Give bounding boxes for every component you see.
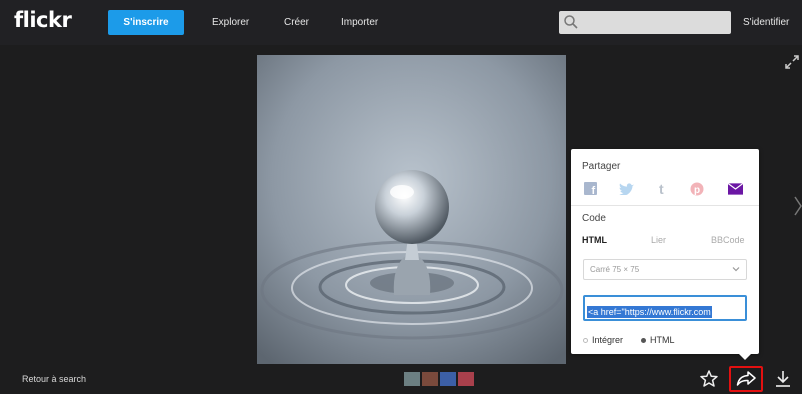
svg-text:f: f bbox=[592, 185, 596, 195]
share-button[interactable] bbox=[729, 366, 763, 392]
water-drop-image bbox=[257, 55, 566, 364]
next-photo-arrow-icon[interactable] bbox=[794, 195, 802, 217]
search-input[interactable] bbox=[559, 11, 731, 34]
facebook-icon[interactable]: f bbox=[583, 181, 598, 196]
thumbnail[interactable] bbox=[458, 372, 474, 386]
nav-link-importer[interactable]: Importer bbox=[341, 17, 378, 28]
main-photo[interactable] bbox=[257, 55, 566, 364]
size-select-value: Carré 75 × 75 bbox=[590, 265, 640, 274]
svg-text:p: p bbox=[694, 185, 700, 196]
size-select[interactable]: Carré 75 × 75 bbox=[583, 259, 747, 280]
tab-html[interactable]: HTML bbox=[582, 235, 607, 245]
share-panel: Partager f t p Code HTML Lier BBCode Car… bbox=[571, 149, 759, 360]
signup-button[interactable]: S'inscrire bbox=[108, 10, 184, 35]
nav-link-creer[interactable]: Créer bbox=[284, 17, 309, 28]
code-heading: Code bbox=[582, 213, 606, 224]
chevron-down-icon bbox=[732, 267, 740, 272]
embed-code-field[interactable]: <a href="https://www.flickr.com bbox=[583, 295, 747, 321]
tab-bbcode[interactable]: BBCode bbox=[711, 235, 745, 245]
pinterest-icon[interactable]: p bbox=[689, 181, 704, 196]
radio-html[interactable]: HTML bbox=[641, 335, 675, 345]
radio-html-label: HTML bbox=[650, 335, 675, 345]
panel-pointer bbox=[739, 354, 751, 360]
embed-code-text: <a href="https://www.flickr.com bbox=[587, 306, 712, 318]
radio-integrer-label: Intégrer bbox=[592, 335, 624, 345]
thumbnail[interactable] bbox=[422, 372, 438, 386]
tumblr-icon[interactable]: t bbox=[655, 181, 670, 196]
radio-integrer[interactable]: Intégrer bbox=[583, 335, 623, 345]
nav-link-explorer[interactable]: Explorer bbox=[212, 17, 249, 28]
flickr-logo[interactable]: flickr bbox=[14, 8, 72, 32]
panel-divider bbox=[571, 205, 759, 206]
tab-lier[interactable]: Lier bbox=[651, 235, 666, 245]
search-icon bbox=[564, 15, 578, 29]
photo-thumbnail-strip bbox=[404, 372, 474, 386]
share-heading: Partager bbox=[582, 161, 621, 172]
favorite-star-icon[interactable] bbox=[699, 369, 719, 389]
share-arrow-icon bbox=[736, 371, 756, 386]
radio-unselected-icon bbox=[583, 337, 588, 343]
expand-fullscreen-icon[interactable] bbox=[784, 54, 800, 70]
thumbnail[interactable] bbox=[440, 372, 456, 386]
download-icon[interactable] bbox=[774, 369, 792, 389]
email-icon[interactable] bbox=[728, 181, 743, 196]
thumbnail[interactable] bbox=[404, 372, 420, 386]
back-to-search-link[interactable]: Retour à search bbox=[22, 374, 86, 384]
radio-selected-icon bbox=[641, 337, 646, 343]
twitter-icon[interactable] bbox=[619, 181, 634, 196]
signin-link[interactable]: S'identifier bbox=[743, 17, 789, 28]
top-navigation-bar: flickr S'inscrire Explorer Créer Importe… bbox=[0, 0, 802, 45]
svg-text:t: t bbox=[659, 182, 664, 196]
